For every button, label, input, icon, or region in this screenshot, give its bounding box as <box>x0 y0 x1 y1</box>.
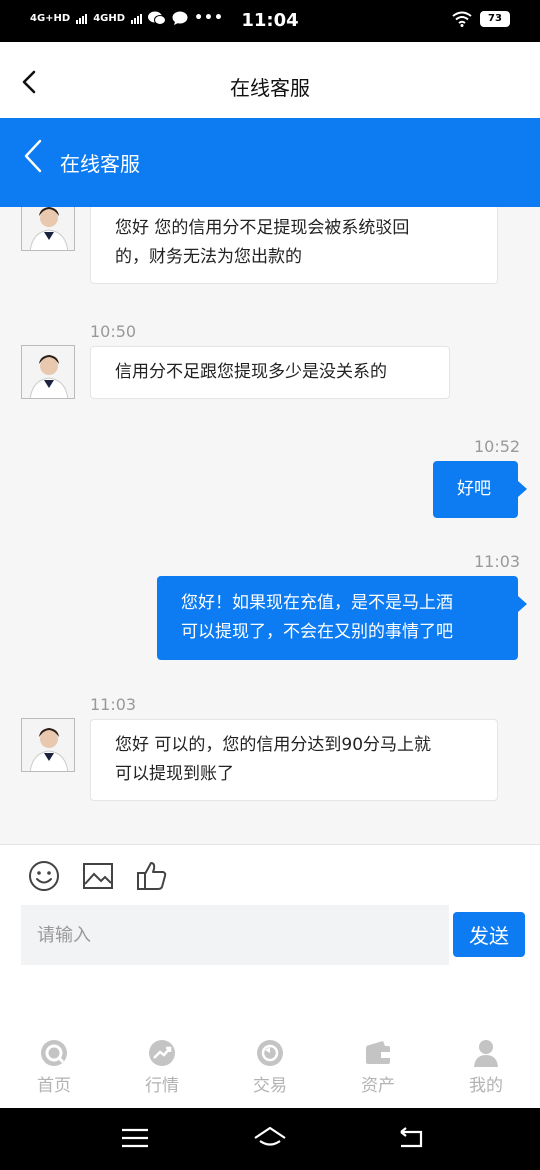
page-title: 在线客服 <box>230 76 310 100</box>
chat-bubble-agent: 您好 您的信用分不足提现会被系统驳回 的，财务无法为您出款的 <box>90 207 498 284</box>
header-back-icon[interactable] <box>20 138 48 174</box>
message-text: 您好 可以的，您的信用分达到90分马上就 <box>115 735 432 755</box>
battery-icon: 73 <box>480 11 510 27</box>
menu-icon[interactable] <box>118 1124 152 1152</box>
tab-label: 资产 <box>361 1076 395 1096</box>
top-nav: 在线客服 <box>0 42 540 118</box>
agent-avatar <box>21 718 75 772</box>
agent-avatar <box>21 207 75 251</box>
bottom-tab-bar: 首页 行情 交易 资产 我的 <box>0 1030 540 1108</box>
tab-label: 交易 <box>253 1076 287 1096</box>
agent-avatar <box>21 345 75 399</box>
exchange-icon <box>257 1040 283 1066</box>
header-title: 在线客服 <box>60 152 140 176</box>
emoji-icon[interactable] <box>27 859 61 893</box>
tab-trade[interactable]: 交易 <box>220 1038 320 1096</box>
message-timestamp: 10:50 <box>90 322 137 341</box>
tab-label: 首页 <box>37 1076 71 1096</box>
send-button[interactable]: 发送 <box>453 912 525 957</box>
status-bar: 4G+HD 4GHD ••• 11:04 73 <box>0 0 540 42</box>
message-timestamp: 11:03 <box>474 552 521 571</box>
message-timestamp: 10:52 <box>474 437 521 456</box>
home-nav-icon[interactable] <box>253 1124 287 1152</box>
tab-home[interactable]: 首页 <box>4 1038 104 1096</box>
message-text: 好吧 <box>457 479 491 499</box>
system-nav-bar <box>0 1108 540 1170</box>
message-text: 可以提现了，不会在又别的事情了吧 <box>181 622 453 642</box>
image-icon[interactable] <box>81 859 115 893</box>
user-icon <box>474 1040 498 1067</box>
chat-bubble-user: 您好！如果现在充值，是不是马上酒 可以提现了，不会在又别的事情了吧 <box>157 576 527 660</box>
tab-label: 行情 <box>145 1076 179 1096</box>
message-text: 的，财务无法为您出款的 <box>115 247 302 267</box>
chat-area[interactable]: 您好 您的信用分不足提现会被系统驳回 的，财务无法为您出款的 10:50 信用分… <box>0 207 540 844</box>
tab-market[interactable]: 行情 <box>112 1038 212 1096</box>
tab-label: 我的 <box>469 1076 503 1096</box>
message-text: 您好 您的信用分不足提现会被系统驳回 <box>115 218 410 238</box>
message-text: 可以提现到账了 <box>115 764 234 784</box>
home-icon <box>41 1040 67 1066</box>
back-nav-icon[interactable] <box>395 1124 429 1152</box>
message-text: 您好！如果现在充值，是不是马上酒 <box>181 593 453 613</box>
tab-profile[interactable]: 我的 <box>436 1038 536 1096</box>
message-text: 信用分不足跟您提现多少是没关系的 <box>115 362 387 382</box>
wifi-icon <box>452 11 472 27</box>
chat-bubble-agent: 信用分不足跟您提现多少是没关系的 <box>90 346 450 399</box>
thumbs-up-icon[interactable] <box>135 859 169 893</box>
chat-bubble-user: 好吧 <box>433 461 527 518</box>
composer: 发送 <box>0 844 540 978</box>
message-input[interactable] <box>21 905 449 965</box>
message-timestamp: 11:03 <box>90 695 137 714</box>
trend-icon <box>149 1040 175 1066</box>
chat-bubble-agent: 您好 可以的，您的信用分达到90分马上就 可以提现到账了 <box>90 719 498 801</box>
tab-assets[interactable]: 资产 <box>328 1038 428 1096</box>
chat-header: 在线客服 <box>0 118 540 207</box>
status-right: 73 <box>452 11 510 27</box>
wallet-icon <box>366 1041 390 1064</box>
